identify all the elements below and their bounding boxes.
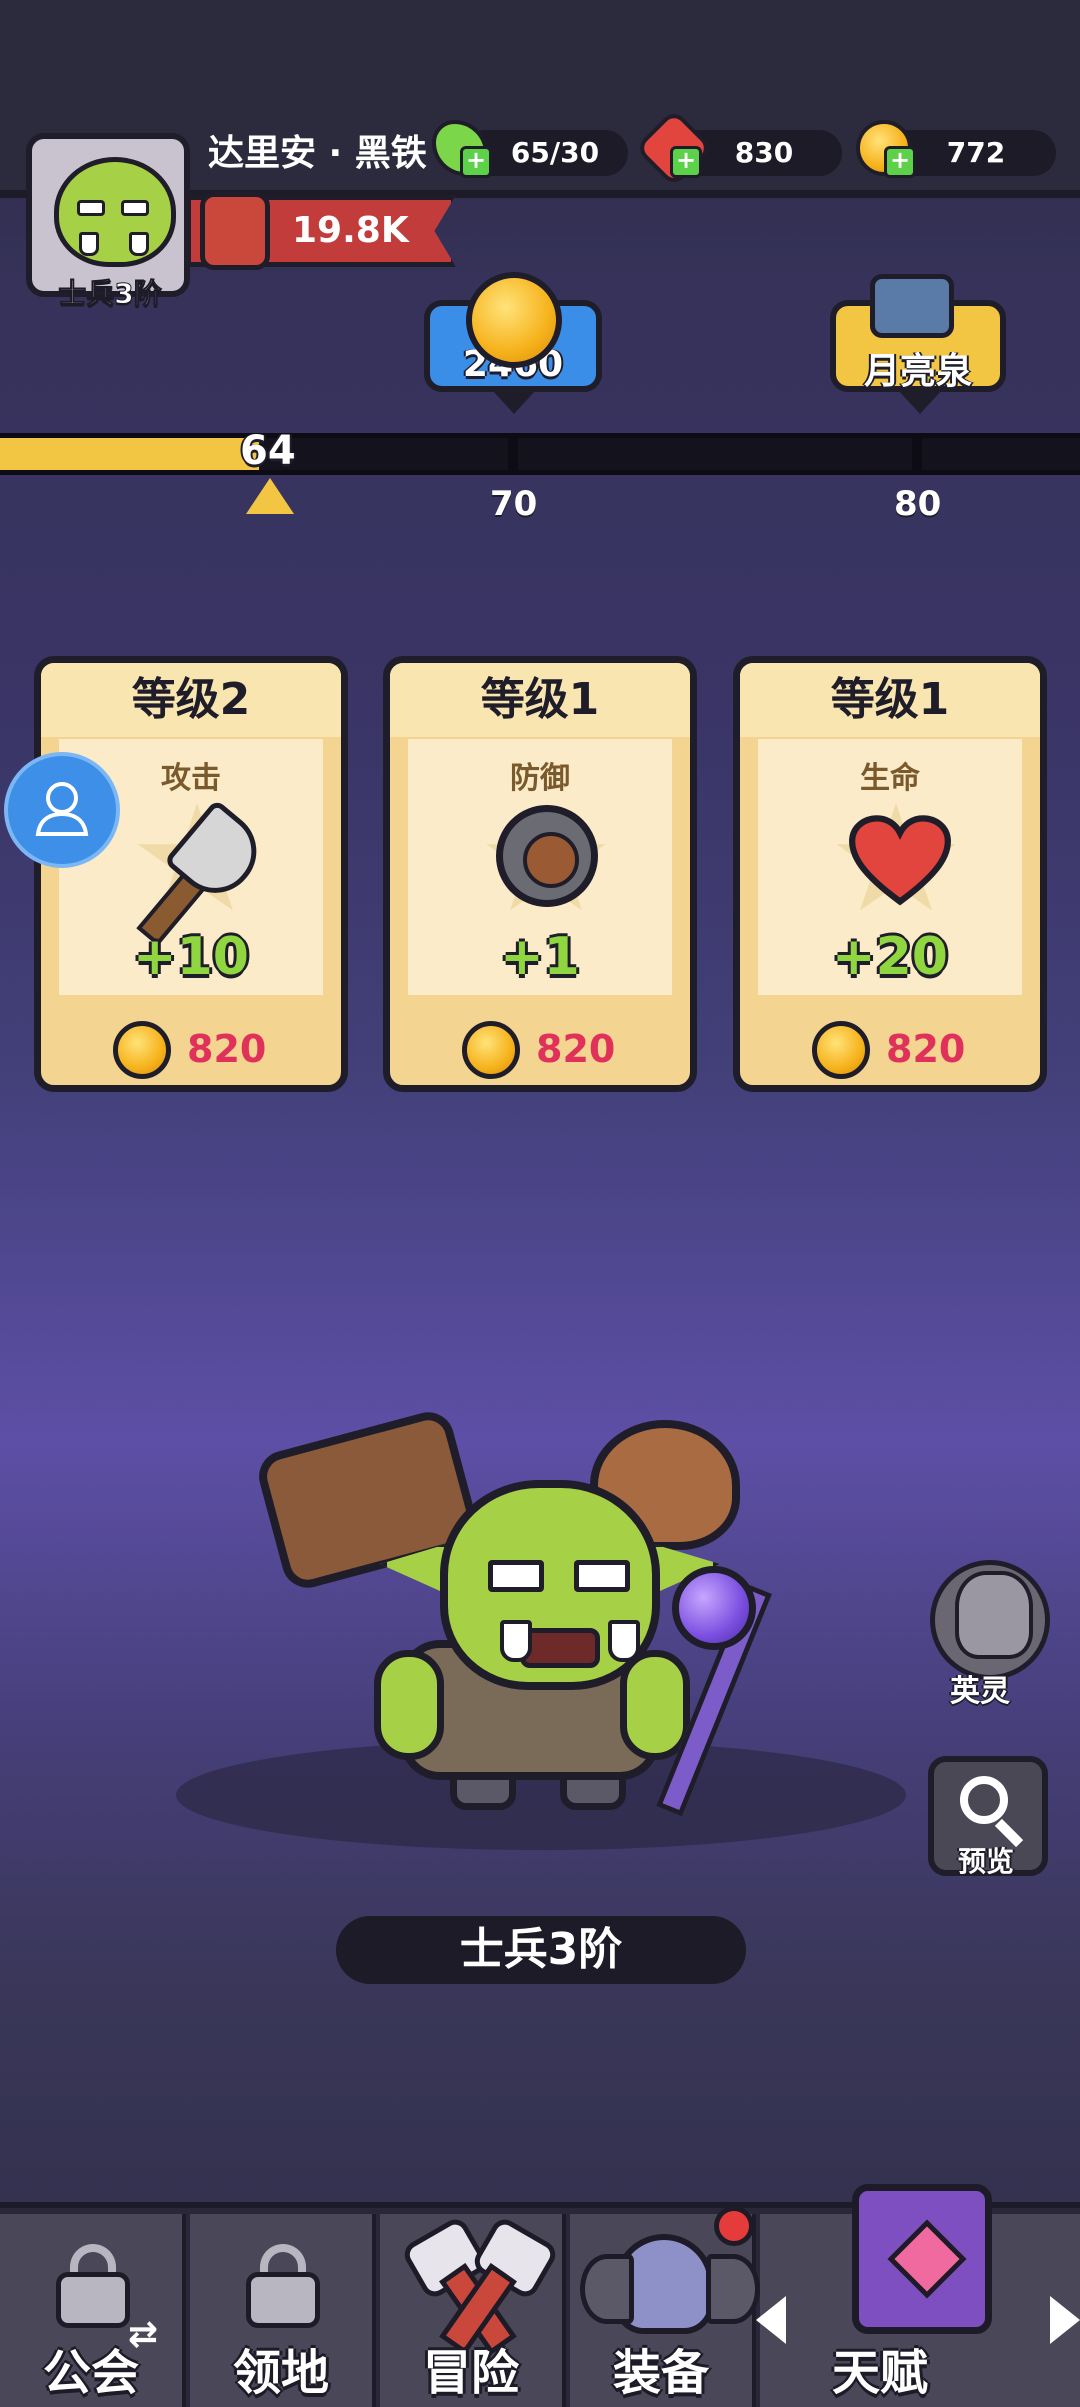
- gold-coin-icon: [812, 1021, 870, 1079]
- card-bonus: +10: [133, 927, 249, 987]
- milestone-spring-label: 月亮泉: [863, 351, 972, 392]
- nav-label: 领地: [232, 2345, 329, 2401]
- power-value: 19.8K: [292, 210, 409, 251]
- card-cost-button[interactable]: 820: [740, 1003, 1040, 1085]
- spirit-portrait-icon: [955, 1571, 1033, 1659]
- ruby-value: 830: [734, 136, 794, 169]
- orc-eye: [574, 1560, 630, 1592]
- add-energy-icon[interactable]: +: [460, 146, 492, 178]
- lock-body: [246, 2272, 320, 2328]
- hero-spirit-button[interactable]: [930, 1560, 1050, 1680]
- preview-label: 预览: [958, 1845, 1015, 1878]
- add-ruby-icon[interactable]: +: [670, 146, 702, 178]
- lock-body: [56, 2272, 130, 2328]
- helmet-horn: [580, 2254, 634, 2324]
- upgrade-card-defense[interactable]: 等级1 防御 +1 820: [383, 656, 697, 1092]
- level-progress-fill: [0, 438, 259, 470]
- shield-boss: [523, 832, 579, 888]
- avatar-eye: [121, 200, 149, 216]
- magic-orb-icon: [672, 1566, 756, 1650]
- axe-power-icon: [200, 192, 270, 270]
- player-name: 达里安 · 黑铁: [208, 133, 427, 174]
- milestone-label: 80: [894, 484, 942, 524]
- card-level: 等级2: [41, 663, 341, 737]
- search-icon: [960, 1776, 1008, 1824]
- card-level: 等级1: [740, 663, 1040, 737]
- orc-mouth: [520, 1628, 600, 1668]
- avatar-tusk: [129, 232, 149, 256]
- orc-tusk: [608, 1620, 640, 1662]
- character-rank-pill: 士兵3阶: [336, 1916, 746, 1984]
- heart-icon: [849, 815, 951, 906]
- talent-gem-icon: [887, 2219, 967, 2299]
- notification-badge: [714, 2206, 754, 2246]
- upgrade-card-attack[interactable]: 等级2 攻击 +10 820: [34, 656, 348, 1092]
- current-marker-icon: [246, 478, 294, 514]
- card-cost: 820: [536, 1027, 616, 1071]
- energy-value: 65/30: [510, 136, 600, 169]
- lock-icon: [246, 2244, 320, 2328]
- user-icon: [35, 782, 89, 836]
- gold-coin-icon[interactable]: +: [856, 120, 916, 178]
- bubble-tail: [492, 390, 536, 414]
- avatar-tusk: [79, 232, 99, 256]
- progress-tick: [508, 438, 518, 470]
- helmet-horn: [706, 2254, 760, 2324]
- gold-value: 772: [946, 136, 1006, 169]
- nav-adventure[interactable]: 冒险: [380, 2214, 566, 2407]
- nav-label: 冒险: [422, 2345, 519, 2401]
- orc-tusk: [500, 1620, 532, 1662]
- milestone-label: 70: [490, 484, 538, 524]
- nav-guild[interactable]: ⇄ 公会: [0, 2214, 186, 2407]
- current-level: 64: [240, 428, 296, 474]
- progress-tick: [912, 438, 922, 470]
- bubble-tail: [898, 390, 942, 414]
- card-stat-name: 防御: [510, 761, 570, 796]
- gold-coin-icon: [113, 1021, 171, 1079]
- profile-button[interactable]: [4, 752, 120, 868]
- add-ruby-wrap: +: [670, 146, 702, 178]
- card-level: 等级1: [390, 663, 690, 737]
- nav-territory[interactable]: 领地: [190, 2214, 376, 2407]
- orc-eye: [488, 1560, 544, 1592]
- card-cost: 820: [187, 1027, 267, 1071]
- nav-next-arrow-icon[interactable]: [1050, 2296, 1080, 2344]
- card-cost-button[interactable]: 820: [390, 1003, 690, 1085]
- hero-spirit-label: 英灵: [950, 1674, 1010, 1709]
- upgrade-card-health[interactable]: 等级1 生命 +20 820: [733, 656, 1047, 1092]
- gold-coin-icon: [466, 272, 562, 368]
- avatar-eye: [77, 200, 105, 216]
- card-bonus: +20: [832, 927, 948, 987]
- add-gold-icon[interactable]: +: [884, 146, 916, 178]
- nav-label: 公会: [42, 2345, 139, 2401]
- lock-icon: [56, 2244, 130, 2328]
- bottom-nav: ⇄ 公会 领地 冒险 装备 天赋: [0, 2184, 1080, 2407]
- card-cost-button[interactable]: 820: [41, 1003, 341, 1085]
- avatar-rank-label: 士兵3阶: [58, 277, 162, 311]
- card-stat-name: 生命: [860, 761, 920, 796]
- gold-coin-icon: [462, 1021, 520, 1079]
- nav-talent[interactable]: 天赋: [760, 2184, 1080, 2407]
- orc-arm: [374, 1650, 444, 1760]
- nav-prev-arrow-icon[interactable]: [756, 2296, 786, 2344]
- card-bonus: +1: [500, 927, 580, 987]
- talent-book-icon: [852, 2184, 992, 2334]
- crystal-icon: [870, 274, 954, 338]
- shield-icon: [496, 805, 598, 907]
- orc-avatar-icon: [54, 157, 176, 267]
- card-cost: 820: [886, 1027, 966, 1071]
